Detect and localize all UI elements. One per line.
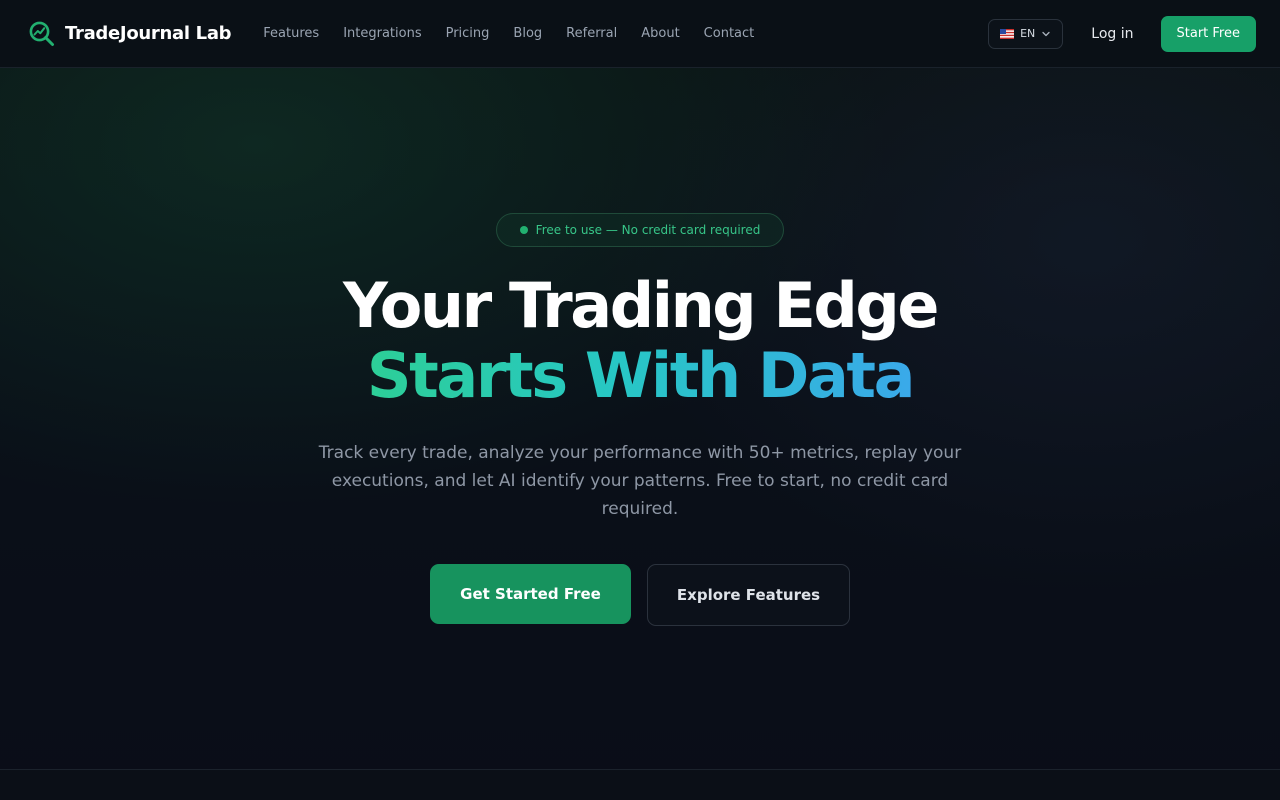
landing-page: TradeJournal Lab Features Integrations P… — [0, 0, 1280, 800]
brand-name: TradeJournal Lab — [65, 23, 232, 44]
top-navigation: TradeJournal Lab Features Integrations P… — [0, 0, 1280, 68]
headline-gradient-text: Starts With Data — [366, 339, 916, 412]
brand-logo[interactable]: TradeJournal Lab — [28, 20, 232, 47]
nav-link-about[interactable]: About — [641, 26, 679, 41]
nav-link-integrations[interactable]: Integrations — [343, 26, 421, 41]
badge-text: Free to use — No credit card required — [535, 223, 761, 237]
hero-section: Free to use — No credit card required Yo… — [0, 68, 1280, 768]
magnifier-chart-icon — [29, 21, 54, 46]
nav-link-blog[interactable]: Blog — [513, 26, 542, 41]
nav-link-pricing[interactable]: Pricing — [446, 26, 490, 41]
nav-link-referral[interactable]: Referral — [566, 26, 617, 41]
explore-features-button[interactable]: Explore Features — [647, 564, 850, 626]
headline-line-2: Starts With Data — [0, 341, 1280, 411]
us-flag-icon — [1000, 28, 1015, 39]
nav-link-features[interactable]: Features — [263, 26, 319, 41]
get-started-button[interactable]: Get Started Free — [430, 564, 631, 624]
language-code: EN — [1020, 27, 1036, 40]
login-link[interactable]: Log in — [1091, 26, 1133, 42]
nav-actions: EN Log in Start Free — [988, 15, 1256, 52]
language-selector[interactable]: EN — [988, 18, 1064, 49]
next-section-edge — [0, 769, 1280, 800]
nav-links: Features Integrations Pricing Blog Refer… — [263, 26, 754, 41]
status-dot-icon — [519, 226, 528, 234]
start-free-button[interactable]: Start Free — [1160, 15, 1256, 52]
nav-link-contact[interactable]: Contact — [704, 26, 755, 41]
free-badge: Free to use — No credit card required — [496, 213, 784, 247]
hero-description: Track every trade, analyze your performa… — [318, 443, 962, 519]
headline-line-1: Your Trading Edge — [342, 269, 940, 342]
cta-buttons: Get Started Free Explore Features — [0, 564, 1280, 626]
chevron-down-icon — [1042, 31, 1050, 36]
